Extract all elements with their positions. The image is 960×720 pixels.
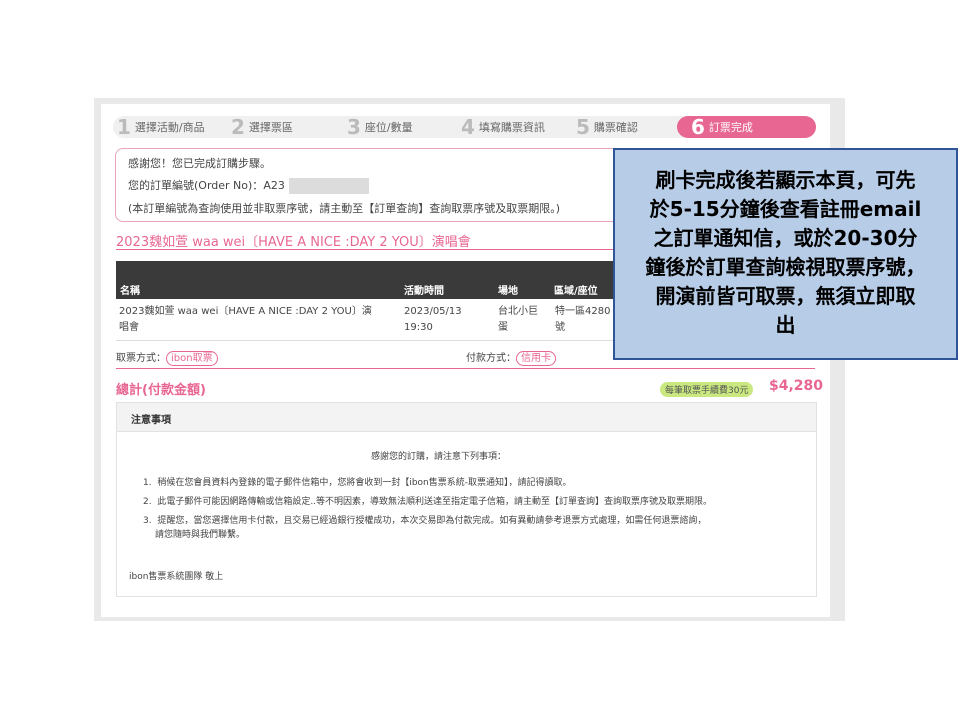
note-item-2: 2. 此電子郵件可能因網路傳輸或信箱設定..等不明因素，導致無法順利送達至指定電… <box>143 497 713 507</box>
note-item-1: 1. 稍候在您會員資料內登錄的電子郵件信箱中，您將會收到一封【ibon售票系統-… <box>143 478 572 488</box>
header-venue: 場地 <box>498 286 518 297</box>
total-amount: $4,280 <box>769 378 824 394</box>
step-label: 填寫購票資訊 <box>478 121 545 134</box>
thank-you-box: 感謝您！您已完成訂購步驟。 您的訂單編號(Order No)：A23 (本訂單編… <box>115 148 637 222</box>
note-item-text: 此電子郵件可能因網路傳輸或信箱設定..等不明因素，導致無法順利送達至指定電子信箱… <box>157 497 713 507</box>
notes-intro: 感謝您的訂購，請注意下列事項： <box>371 452 507 462</box>
step-2: 2 選擇票區 <box>231 116 293 138</box>
seat-line: 號 <box>555 322 565 333</box>
pickup-method: 取票方式： ibon取票 <box>116 349 218 366</box>
step-5: 5 購票確認 <box>576 116 638 138</box>
callout-line: 刷卡完成後若顯示本頁，可先 <box>655 168 916 192</box>
callout-line: 鐘後於訂單查詢檢視取票序號， <box>645 255 926 279</box>
step-3: 3 座位/數量 <box>347 116 413 138</box>
table-row-seat: 特一區4280 號 <box>555 304 610 336</box>
step-label: 購票確認 <box>593 121 638 134</box>
name-line: 2023魏如萱 waa wei〔HAVE A NICE :DAY 2 YOU〕演 <box>119 306 372 317</box>
step-4: 4 填寫購票資訊 <box>461 116 545 138</box>
header-name: 名稱 <box>120 286 140 297</box>
pickup-badge: ibon取票 <box>166 351 218 366</box>
step-label: 選擇活動/商品 <box>134 121 205 134</box>
table-row-venue: 台北小巨蛋 <box>498 304 538 336</box>
step-label: 座位/數量 <box>364 121 413 134</box>
step-number: 2 <box>231 115 245 139</box>
step-number: 5 <box>576 115 590 139</box>
notes-title: 注意事項 <box>131 415 171 426</box>
callout-line: 開演前皆可取票，無須立即取 <box>655 284 916 308</box>
time-line: 2023/05/13 <box>404 306 462 317</box>
order-table-header: 名稱 活動時間 場地 區域/座位 <box>116 261 616 299</box>
notes-box: 注意事項 感謝您的訂購，請注意下列事項： 1. 稍候在您會員資料內登錄的電子郵件… <box>116 402 817 597</box>
fee-badge: 每筆取票手續費30元 <box>660 382 754 397</box>
callout-line: 之訂單通知信，或於20-30分 <box>653 226 918 250</box>
note-item-3: 3. 提醒您，當您選擇信用卡付款，且交易已經過銀行授權成功，本次交易即為付款完成… <box>143 516 707 526</box>
table-row-divider <box>116 340 616 341</box>
seat-line: 特一區4280 <box>555 306 611 317</box>
name-line: 唱會 <box>119 322 139 333</box>
venue-line: 蛋 <box>498 322 508 333</box>
order-number-note: (本訂單編號為查詢使用並非取票序號，請主動至【訂單查詢】查詢取票序號及取票期限。… <box>128 202 561 215</box>
step-number: 1 <box>117 115 131 139</box>
event-title: 2023魏如萱 waa wei〔HAVE A NICE :DAY 2 YOU〕演… <box>116 235 471 250</box>
order-number-value: A23 <box>263 179 285 192</box>
note-item-text: 稍候在您會員資料內登錄的電子郵件信箱中，您將會收到一封【ibon售票系統-取票通… <box>157 478 572 488</box>
annotation-callout: 刷卡完成後若顯示本頁，可先 於5-15分鐘後查看註冊email 之訂單通知信，或… <box>613 148 958 360</box>
header-time: 活動時間 <box>404 286 444 297</box>
notes-signature: ibon售票系統團隊 敬上 <box>129 572 224 582</box>
pickup-label: 取票方式： <box>116 353 166 364</box>
step-label: 訂票完成 <box>708 121 753 134</box>
callout-line: 出 <box>775 313 796 337</box>
redacted-order-number <box>288 178 369 194</box>
header-seat: 區域/座位 <box>554 286 598 297</box>
order-number-label: 您的訂單編號(Order No)： <box>128 179 264 192</box>
notes-header: 注意事項 <box>117 403 816 432</box>
order-number-line: 您的訂單編號(Order No)：A23 <box>128 177 369 194</box>
venue-line: 台北小巨 <box>498 306 538 317</box>
step-6: 6 訂票完成 <box>691 116 753 138</box>
note-item-text: 提醒您，當您選擇信用卡付款，且交易已經過銀行授權成功，本次交易即為付款完成。如有… <box>157 516 707 526</box>
thank-you-message: 感謝您！您已完成訂購步驟。 <box>128 157 271 170</box>
payment-badge: 信用卡 <box>516 351 556 366</box>
payment-label: 付款方式： <box>466 353 516 364</box>
title-underline <box>116 249 616 250</box>
total-label: 總計(付款金額) <box>116 383 206 398</box>
callout-line: 於5-15分鐘後查看註冊email <box>649 197 922 221</box>
table-row-name: 2023魏如萱 waa wei〔HAVE A NICE :DAY 2 YOU〕演… <box>119 304 372 336</box>
payment-method: 付款方式： 信用卡 <box>466 349 556 366</box>
step-label: 選擇票區 <box>248 121 293 134</box>
total-divider <box>116 368 815 369</box>
step-1: 1 選擇活動/商品 <box>117 116 205 138</box>
time-line: 19:30 <box>404 322 433 333</box>
step-number: 6 <box>691 115 705 139</box>
table-row-time: 2023/05/13 19:30 <box>404 304 462 336</box>
step-number: 3 <box>347 115 361 139</box>
step-number: 4 <box>461 115 475 139</box>
note-item-3-continued: 請您隨時與我們聯繫。 <box>155 530 246 540</box>
